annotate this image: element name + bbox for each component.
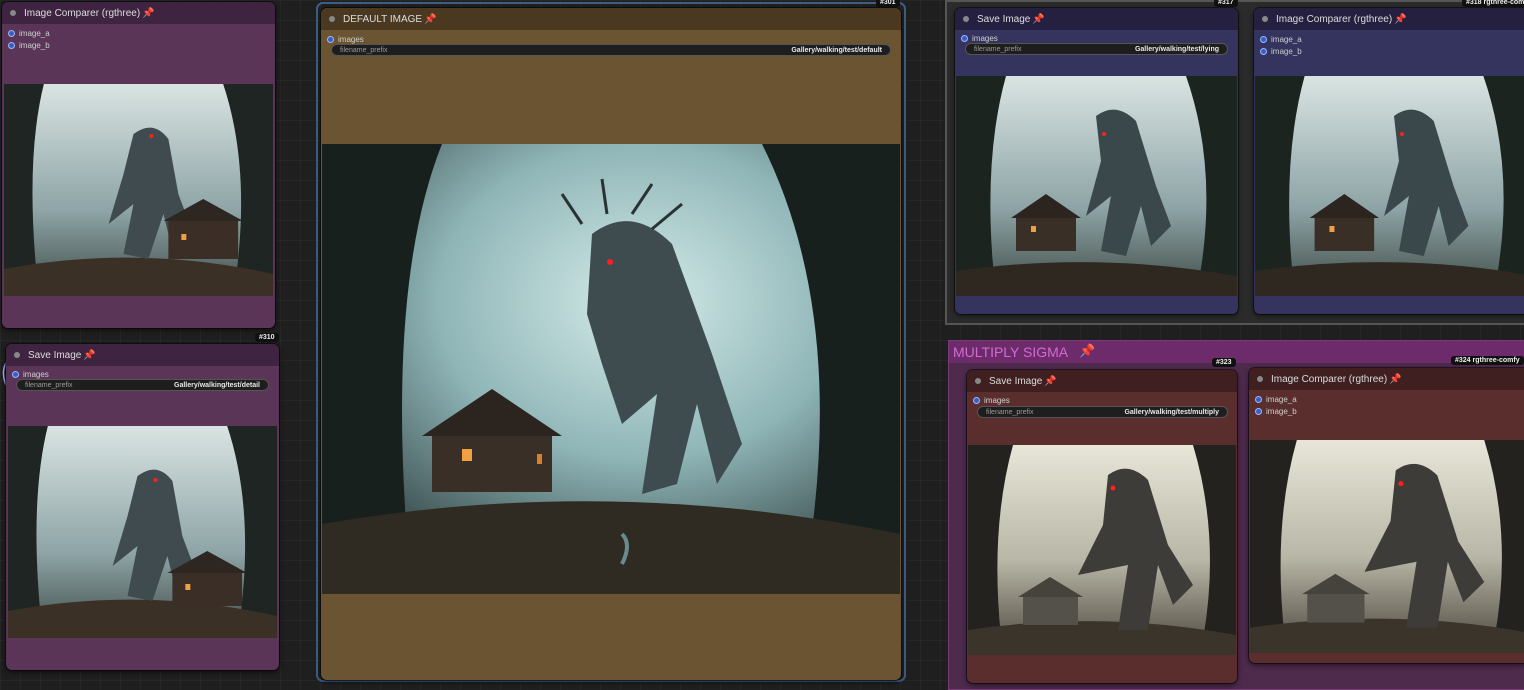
- comparer-image-preview[interactable]: [4, 84, 273, 296]
- collapse-dot-icon[interactable]: [1262, 16, 1268, 22]
- node-id-badge: #324 rgthree-comfy: [1451, 356, 1524, 365]
- collapse-dot-icon[interactable]: [1257, 376, 1263, 382]
- collapse-dot-icon[interactable]: [975, 378, 981, 384]
- node-save-image-top-right[interactable]: Save Image 📌 images filename_prefix Gall…: [955, 8, 1238, 314]
- node-image-comparer-top-right[interactable]: Image Comparer (rgthree) 📌 image_a image…: [1254, 8, 1524, 314]
- collapse-dot-icon[interactable]: [329, 16, 335, 22]
- node-header[interactable]: Save Image 📌: [955, 8, 1238, 30]
- node-id-badge: #318 rgthree-comfy: [1462, 0, 1524, 7]
- pushpin-icon[interactable]: 📌: [424, 14, 436, 25]
- node-save-image-multiply[interactable]: Save Image 📌 images filename_prefix Gall…: [967, 370, 1237, 683]
- saved-image-preview[interactable]: [968, 445, 1236, 655]
- pushpin-icon[interactable]: 📌: [142, 8, 154, 19]
- collapse-dot-icon[interactable]: [10, 10, 16, 16]
- slot-label: image_b: [1271, 46, 1302, 56]
- node-image-comparer-left[interactable]: Image Comparer (rgthree) 📌 image_a image…: [2, 2, 275, 328]
- input-slot-image-b[interactable]: image_b: [2, 39, 275, 51]
- node-default-image[interactable]: DEFAULT IMAGE 📌 images filename_prefix G…: [321, 8, 901, 680]
- node-id-badge: #317: [1214, 0, 1238, 7]
- slot-label: image_b: [19, 40, 50, 50]
- pushpin-icon[interactable]: 📌: [83, 350, 95, 361]
- node-id-badge: #310: [255, 333, 279, 342]
- field-value: Gallery/walking/test/default: [791, 46, 882, 54]
- input-slot-image-a[interactable]: image_a: [1249, 393, 1524, 405]
- pushpin-icon[interactable]: 📌: [1044, 376, 1056, 387]
- saved-image-preview[interactable]: [956, 76, 1237, 296]
- node-title: Image Comparer (rgthree): [1276, 13, 1393, 25]
- comparer-image-preview[interactable]: [1250, 440, 1524, 653]
- filename-prefix-field[interactable]: filename_prefix Gallery/walking/test/mul…: [977, 406, 1228, 418]
- slot-connector-icon[interactable]: [1260, 35, 1267, 43]
- slot-label: image_a: [19, 28, 50, 38]
- group-title: MULTIPLY SIGMA: [953, 344, 1069, 360]
- slot-connector-icon[interactable]: [8, 41, 15, 49]
- slot-connector-icon[interactable]: [1255, 395, 1262, 403]
- slot-label: images: [23, 369, 49, 379]
- field-label: filename_prefix: [340, 46, 388, 54]
- comparer-image-preview[interactable]: [1255, 76, 1524, 296]
- collapse-dot-icon[interactable]: [14, 352, 20, 358]
- node-header[interactable]: Image Comparer (rgthree) 📌: [1254, 8, 1524, 30]
- node-header[interactable]: DEFAULT IMAGE 📌: [321, 8, 901, 30]
- node-title: DEFAULT IMAGE: [343, 13, 423, 25]
- slot-connector-icon[interactable]: [973, 396, 980, 404]
- field-label: filename_prefix: [974, 45, 1022, 53]
- node-header[interactable]: Save Image 📌: [6, 344, 279, 366]
- slot-label: images: [984, 395, 1010, 405]
- input-slot-image-b[interactable]: image_b: [1254, 45, 1524, 57]
- filename-prefix-field[interactable]: filename_prefix Gallery/walking/test/lyi…: [965, 43, 1228, 55]
- node-header[interactable]: Image Comparer (rgthree) 📌: [2, 2, 275, 24]
- slot-label: image_b: [1266, 406, 1297, 416]
- pushpin-icon[interactable]: 📌: [1394, 14, 1406, 25]
- field-label: filename_prefix: [986, 408, 1034, 416]
- field-label: filename_prefix: [25, 381, 73, 389]
- slot-label: images: [972, 33, 998, 43]
- node-title: Save Image: [977, 13, 1031, 25]
- input-slot-image-a[interactable]: image_a: [1254, 33, 1524, 45]
- node-save-image-left[interactable]: Save Image 📌 images filename_prefix Gall…: [6, 344, 279, 670]
- slot-label: image_a: [1266, 394, 1297, 404]
- field-value: Gallery/walking/test/detail: [174, 381, 260, 389]
- node-header[interactable]: Save Image 📌: [967, 370, 1237, 392]
- node-header[interactable]: Image Comparer (rgthree) 📌: [1249, 368, 1524, 390]
- saved-image-preview[interactable]: [8, 426, 277, 638]
- input-slot-images[interactable]: images: [967, 394, 1237, 406]
- pushpin-icon[interactable]: 📌: [1389, 374, 1401, 385]
- saved-image-preview[interactable]: [322, 144, 900, 594]
- node-title: Image Comparer (rgthree): [1271, 373, 1388, 385]
- slot-connector-icon[interactable]: [1255, 407, 1262, 415]
- slot-label: image_a: [1271, 34, 1302, 44]
- node-title: Save Image: [28, 349, 82, 361]
- pushpin-icon[interactable]: 📌: [1032, 14, 1044, 25]
- filename-prefix-field[interactable]: filename_prefix Gallery/walking/test/det…: [16, 379, 269, 391]
- node-id-badge: #323: [1212, 358, 1236, 367]
- slot-connector-icon[interactable]: [8, 29, 15, 37]
- input-slot-image-b[interactable]: image_b: [1249, 405, 1524, 417]
- field-value: Gallery/walking/test/multiply: [1124, 408, 1219, 416]
- collapse-dot-icon[interactable]: [963, 16, 969, 22]
- slot-connector-icon[interactable]: [1260, 47, 1267, 55]
- node-title: Image Comparer (rgthree): [24, 7, 141, 19]
- slot-connector-icon[interactable]: [961, 34, 968, 42]
- node-title: Save Image: [989, 375, 1043, 387]
- field-value: Gallery/walking/test/lying: [1134, 45, 1219, 53]
- node-image-comparer-multiply[interactable]: Image Comparer (rgthree) 📌 image_a image…: [1249, 368, 1524, 663]
- slot-connector-icon[interactable]: [12, 370, 19, 378]
- pushpin-icon[interactable]: 📌: [1079, 343, 1095, 359]
- node-id-badge: #301: [876, 0, 900, 7]
- input-slot-image-a[interactable]: image_a: [2, 27, 275, 39]
- slot-label: images: [338, 34, 364, 44]
- slot-connector-icon[interactable]: [327, 35, 334, 43]
- filename-prefix-field[interactable]: filename_prefix Gallery/walking/test/def…: [331, 44, 891, 56]
